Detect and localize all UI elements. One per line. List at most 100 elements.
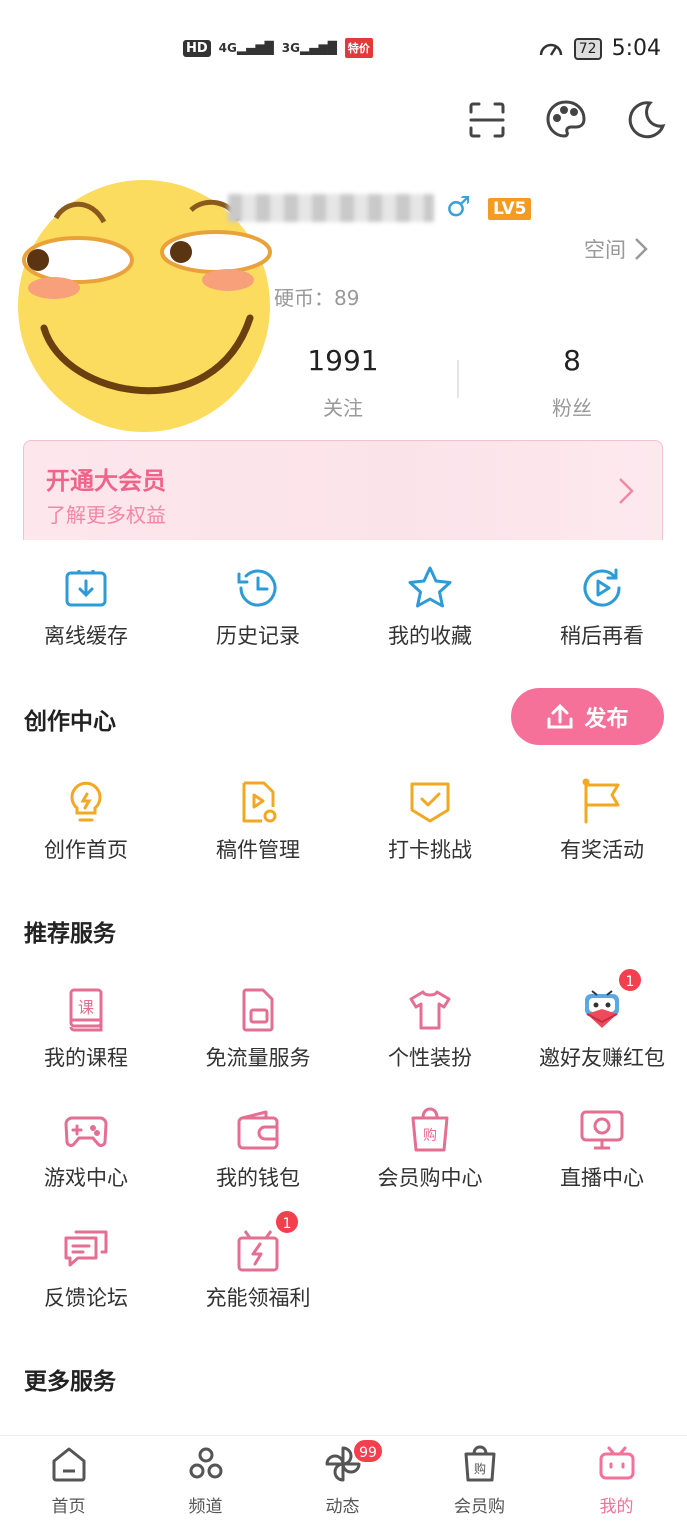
flag-icon [582, 778, 620, 824]
manuscript-icon [242, 781, 277, 823]
nav-label: 频道 [188, 1497, 223, 1517]
theme-button[interactable] [544, 98, 588, 142]
space-label: 空间 [584, 238, 626, 262]
service-label: 直播中心 [560, 1166, 644, 1190]
svg-text:购: 购 [423, 1128, 437, 1144]
my-courses-item[interactable]: 课 我的课程 [0, 986, 172, 1072]
course-book-icon: 课 [69, 988, 103, 1032]
quick-label: 历史记录 [216, 624, 300, 648]
vip-title: 开通大会员 [46, 467, 166, 495]
vip-banner[interactable]: 开通大会员 了解更多权益 [23, 440, 663, 550]
checkin-challenge-item[interactable]: 打卡挑战 [344, 778, 516, 864]
creation-home-item[interactable]: 创作首页 [0, 778, 172, 864]
tv-mine-icon [599, 1446, 634, 1480]
signal-3g-icon: 3G▂▄▆█ [281, 41, 337, 55]
service-label: 邀好友赚红包 [539, 1046, 665, 1070]
battery-icon: 72 [573, 37, 602, 60]
history-clock-icon [237, 569, 277, 607]
free-data-item[interactable]: 免流量服务 [172, 986, 344, 1072]
service-label: 个性装扮 [388, 1046, 472, 1070]
service-label: 我的钱包 [216, 1166, 300, 1190]
watch-later-item[interactable]: 稍后再看 [516, 564, 687, 650]
sim-card-icon [242, 988, 274, 1032]
checkin-badge-icon [410, 782, 450, 823]
nav-dynamic-badge: 99 [352, 1438, 384, 1464]
palette-icon [546, 100, 586, 138]
personal-dressup-item[interactable]: 个性装扮 [344, 986, 516, 1072]
nav-home[interactable]: 首页 [0, 1444, 137, 1517]
sale-badge-icon: 特价 [344, 38, 373, 58]
service-label: 充能领福利 [205, 1286, 311, 1310]
creation-label: 打卡挑战 [388, 838, 472, 862]
service-label: 游戏中心 [44, 1166, 128, 1190]
service-label: 会员购中心 [377, 1166, 483, 1190]
signal-3g-label: 3G [281, 41, 300, 55]
more-services-title: 更多服务 [24, 1369, 116, 1395]
moon-icon [628, 101, 666, 139]
offline-cache-item[interactable]: 离线缓存 [0, 564, 172, 650]
creation-label: 稿件管理 [216, 838, 300, 862]
status-bar: HD 4G▂▄▆█ 3G▂▄▆█ 特价 72 5:04 [0, 30, 687, 74]
signal-4g-icon: 4G▂▄▆█ [218, 41, 274, 55]
service-label: 我的课程 [44, 1046, 128, 1070]
nav-label: 首页 [51, 1497, 86, 1517]
member-shop-item[interactable]: 购 会员购中心 [344, 1106, 516, 1192]
fans-label[interactable]: 粉丝 [512, 392, 632, 421]
nav-member-shop[interactable]: 购 会员购 [411, 1444, 548, 1517]
gamepad-icon [64, 1116, 108, 1147]
wallet-icon [237, 1110, 279, 1150]
channels-icon [189, 1447, 222, 1479]
watch-later-icon [583, 568, 621, 607]
nav-dynamic[interactable]: 动态 [274, 1444, 411, 1517]
bottom-navigation: 首页 频道 动态 99 购 会员购 我的 [0, 1435, 687, 1528]
space-link[interactable]: 空间 [584, 234, 648, 264]
tv-mascot-envelope-icon [585, 990, 619, 1028]
live-tv-icon [580, 1110, 624, 1150]
scan-button[interactable] [465, 98, 509, 142]
username-blurred [228, 194, 434, 222]
game-center-item[interactable]: 游戏中心 [0, 1106, 172, 1192]
fans-count[interactable]: 8 [512, 344, 632, 377]
prize-activity-item[interactable]: 有奖活动 [516, 778, 687, 864]
following-label[interactable]: 关注 [283, 392, 403, 421]
vip-subtitle: 了解更多权益 [46, 503, 166, 527]
service-label: 免流量服务 [205, 1046, 311, 1070]
clock-time: 5:04 [611, 36, 661, 61]
feedback-forum-item[interactable]: 反馈论坛 [0, 1226, 172, 1312]
upload-icon [547, 703, 573, 728]
quick-label: 我的收藏 [388, 624, 472, 648]
nav-label: 动态 [325, 1497, 360, 1517]
shopping-bag-icon: 购 [411, 1107, 449, 1152]
chevron-right-icon [635, 238, 648, 260]
nav-channels[interactable]: 频道 [137, 1444, 274, 1517]
creation-label: 创作首页 [44, 838, 128, 862]
tshirt-icon [409, 990, 451, 1030]
nav-mine[interactable]: 我的 [548, 1444, 685, 1517]
creation-center-title: 创作中心 [24, 709, 116, 735]
manuscript-manage-item[interactable]: 稿件管理 [172, 778, 344, 864]
charge-benefits-item[interactable]: 充能领福利 [172, 1226, 344, 1312]
history-item[interactable]: 历史记录 [172, 564, 344, 650]
live-center-item[interactable]: 直播中心 [516, 1106, 687, 1192]
gift-bolt-icon [237, 1230, 279, 1272]
shop-bag-icon: 购 [464, 1445, 495, 1482]
publish-button[interactable]: 发布 [511, 688, 664, 745]
coins-count: 硬币：89 [274, 286, 360, 310]
invite-friends-item[interactable]: 邀好友赚红包 [516, 986, 687, 1072]
lightbulb-icon [70, 781, 102, 822]
following-count[interactable]: 1991 [283, 344, 403, 377]
level-badge: LV5 [488, 198, 532, 220]
svg-text:购: 购 [473, 1461, 485, 1476]
nav-label: 我的 [599, 1497, 634, 1517]
nav-label: 会员购 [454, 1497, 505, 1517]
scan-icon [469, 102, 505, 138]
recommended-services-title: 推荐服务 [24, 921, 116, 947]
stats-divider [457, 360, 459, 398]
service-label: 反馈论坛 [44, 1286, 128, 1310]
star-icon [408, 566, 452, 608]
charge-benefits-badge: 1 [274, 1209, 300, 1235]
favorites-item[interactable]: 我的收藏 [344, 564, 516, 650]
svg-text:课: 课 [78, 998, 94, 1017]
my-wallet-item[interactable]: 我的钱包 [172, 1106, 344, 1192]
night-mode-button[interactable] [624, 98, 668, 142]
